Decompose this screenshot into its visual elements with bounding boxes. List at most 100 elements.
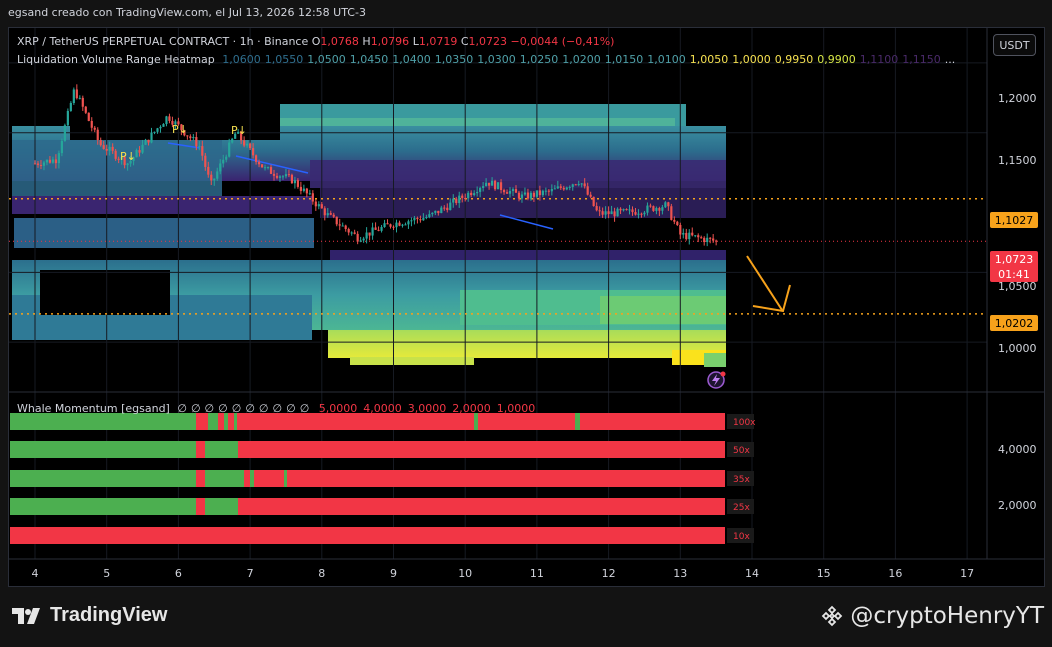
candle-body [410,220,413,222]
indicator-legend[interactable]: Liquidation Volume Range Heatmap 1,0600 1… [17,53,955,66]
candle-body [691,232,694,236]
candle-body [505,192,509,194]
candle-body [544,190,547,192]
price-tick: 1,2000 [998,92,1037,105]
candle-body [66,110,69,126]
candle-body [377,229,380,231]
whale-segment [10,527,725,544]
time-tick: 9 [390,567,397,580]
chart-canvas[interactable]: P↓ P↓ P↓ 100x50x35x25x10x 1,2000 1,1500 … [0,0,1052,588]
candle-body [422,217,425,221]
whale-segment [234,413,237,430]
whale-zero: ∅ [231,402,242,415]
indicator-name[interactable]: Liquidation Volume Range Heatmap [17,53,215,66]
candle-body [96,129,99,141]
candle-body [470,192,473,196]
candle-body [547,190,550,192]
candle-body [455,198,458,204]
candle-body [419,219,422,221]
whale-value: 1,0000 [496,402,536,415]
candle-body [434,210,437,213]
time-tick: 10 [458,567,472,580]
whale-value: 3,0000 [407,402,447,415]
watermark: @cryptoHenryYT [820,603,1044,629]
whale-segment [10,413,196,430]
whale-segment [196,470,205,487]
candle-body [42,162,46,166]
time-tick: 16 [888,567,902,580]
candle-body [520,194,524,199]
candle-body [485,182,488,187]
whale-segment [237,413,474,430]
candle-body [395,222,398,228]
candle-body [496,182,500,190]
candle-body [559,186,562,188]
candle-body [159,126,162,129]
currency-button[interactable]: USDT [993,34,1036,56]
watermark-handle: @cryptoHenryYT [850,603,1044,629]
candle-body [251,148,255,156]
candle-body [508,191,512,194]
candle-body [93,127,96,130]
time-tick: 6 [175,567,182,580]
indicator-value: 0,9950 [774,53,814,66]
whale-segment [478,413,575,430]
candle-body [228,142,231,157]
indicator-value: 1,0600 [222,53,261,66]
candle-body [153,131,156,133]
time-tick: 15 [817,567,831,580]
candle-body [54,159,58,164]
candle-body [479,187,482,192]
candle-body [532,192,536,197]
candle-body [407,221,410,225]
candle-body [661,207,664,211]
whale-segment [10,498,196,515]
indicator-value: 1,0300 [477,53,516,66]
candle-body [111,146,114,151]
candle-body [359,240,362,242]
candle-body [302,188,305,191]
whale-segment [196,413,208,430]
candle-body [380,227,383,231]
heatmap-band [310,160,726,188]
candle-body [464,198,467,200]
candle-body [105,148,108,151]
candle-body [195,137,198,147]
candle-body [84,106,87,113]
indicator-value: ... [944,53,956,66]
whale-segment [205,470,244,487]
whale-segment [228,413,234,430]
candle-body [676,221,679,225]
candle-body [210,174,213,181]
candle-body [108,146,111,151]
candle-body [401,224,404,226]
ohlc-high-label: H [362,35,371,48]
candle-body [712,238,715,241]
whale-legend[interactable]: Whale Momentum [egsand] ∅ ∅ ∅ ∅ ∅ ∅ ∅ ∅ ∅ ∅ 5,000… [17,402,535,415]
candle-body [275,175,279,178]
candle-body [257,161,261,165]
candle-body [574,184,577,186]
pivot-label: P↓ [120,150,136,163]
symbol-title[interactable]: XRP / TetherUS PERPETUAL CONTRACT · 1h ·… [17,35,308,48]
tradingview-logo[interactable]: TradingView [12,604,167,627]
candle-body [33,163,37,165]
candle-body [48,159,52,163]
candle-body [144,139,147,145]
candle-body [688,232,691,240]
lightning-icon-dot [720,371,726,377]
candle-body [383,223,386,228]
whale-title[interactable]: Whale Momentum [egsand] [17,402,170,415]
candle-body [392,226,395,228]
candle-body [243,140,246,146]
candle-body [640,213,643,215]
candle-body [51,159,55,163]
time-axis[interactable]: 4 5 6 7 8 9 10 11 12 13 14 15 16 17 [32,567,975,580]
indicator-value: 0,9900 [817,53,856,66]
symbol-legend[interactable]: XRP / TetherUS PERPETUAL CONTRACT · 1h ·… [17,35,614,48]
candle-body [550,189,553,192]
ohlc-close: 1,0723 [468,35,508,48]
candle-body [341,225,344,227]
candle-body [338,224,341,226]
whale-segment [474,413,478,430]
